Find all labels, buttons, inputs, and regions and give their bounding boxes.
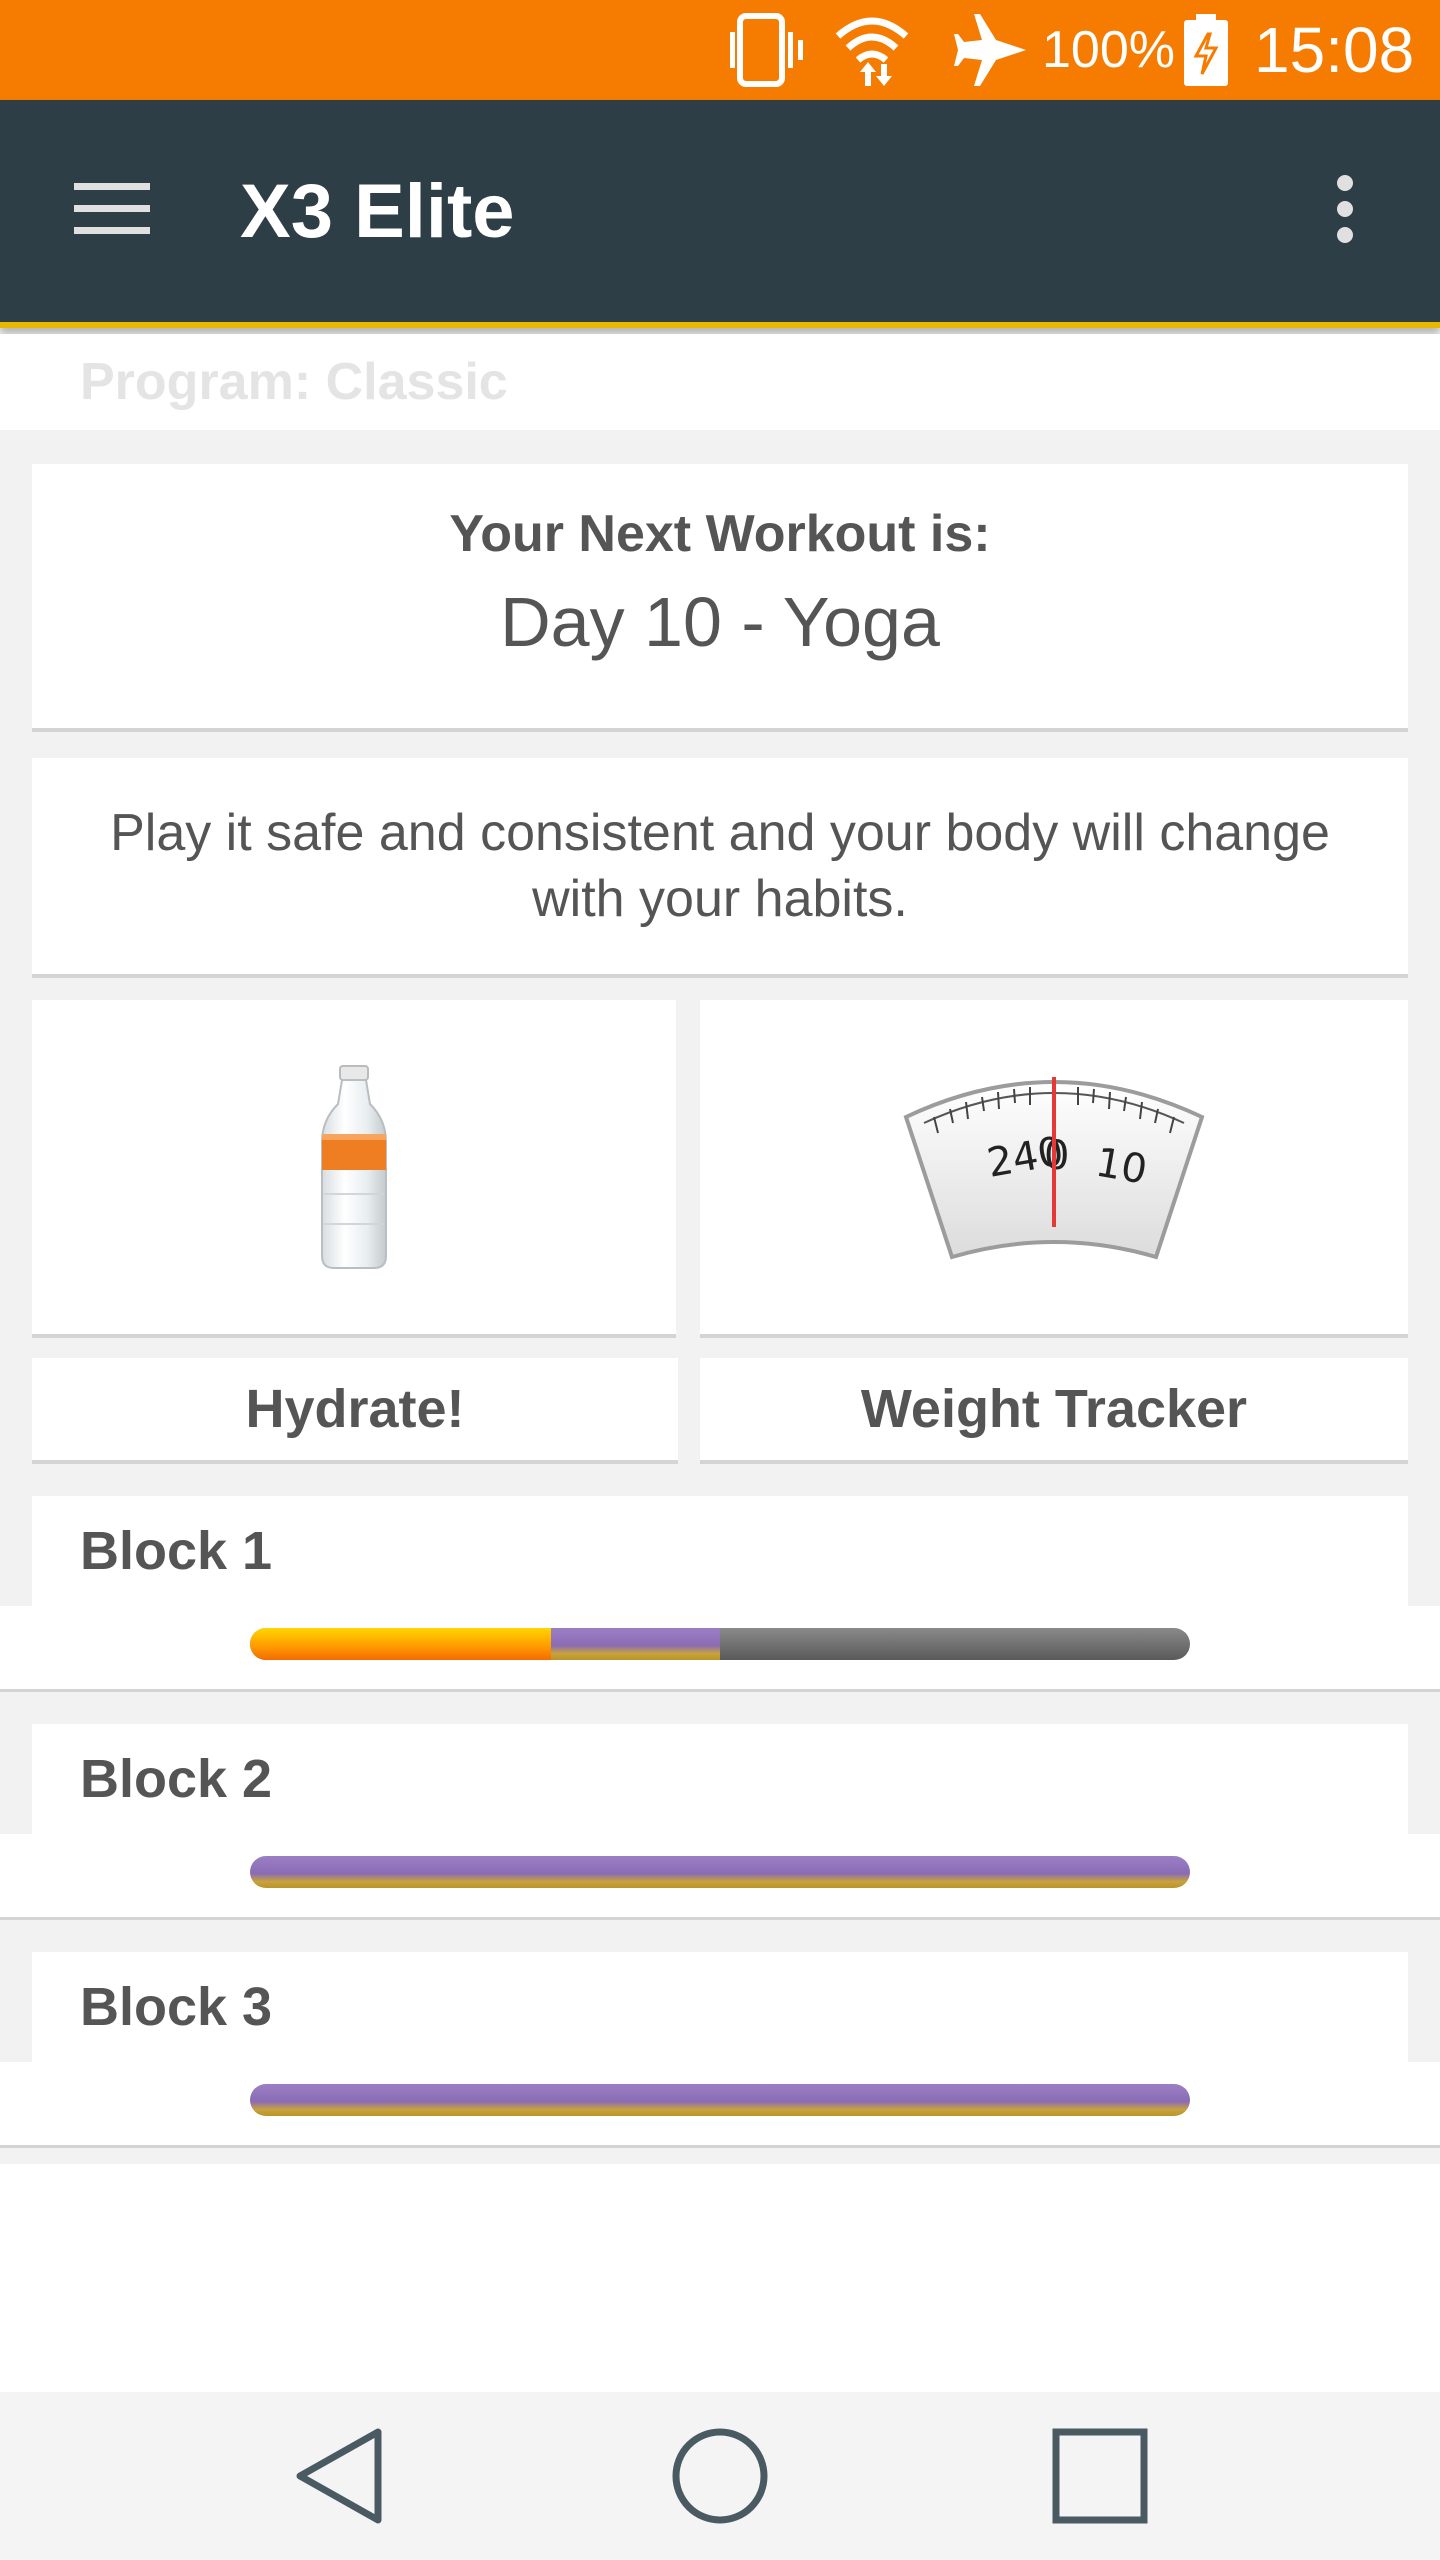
block-progress-row-1	[0, 1606, 1440, 1692]
progress-current-segment	[250, 2084, 1190, 2116]
weight-tracker-label[interactable]: Weight Tracker	[700, 1358, 1408, 1464]
battery-icon	[1180, 0, 1232, 100]
app-bar: X3 Elite	[0, 100, 1440, 328]
tip-card: Play it safe and consistent and your bod…	[32, 758, 1408, 978]
navigation-drawer-button[interactable]	[50, 154, 174, 264]
hydrate-tile[interactable]	[32, 1000, 676, 1338]
scale-number-10: 10	[1092, 1140, 1150, 1194]
scale-icon: 240 0 10	[903, 1077, 1205, 1260]
progress-done-segment	[250, 1628, 551, 1660]
block-progress-bar-1	[250, 1628, 1190, 1660]
block-title-1: Block 1	[80, 1521, 273, 1581]
recents-icon	[1052, 2428, 1148, 2524]
block-progress-row-2	[0, 1834, 1440, 1920]
wifi-icon	[832, 0, 912, 100]
vibrate-icon	[726, 0, 812, 100]
home-button[interactable]	[620, 2392, 820, 2560]
recents-button[interactable]	[1000, 2392, 1200, 2560]
hydrate-label[interactable]: Hydrate!	[32, 1358, 678, 1464]
next-workout-heading: Your Next Workout is:	[449, 505, 991, 563]
back-button[interactable]	[240, 2392, 440, 2560]
block-progress-bar-2	[250, 1856, 1190, 1888]
airplane-icon	[950, 0, 1030, 100]
water-bottle-icon	[321, 1065, 387, 1269]
program-label: Program: Classic	[80, 353, 508, 411]
progress-remaining-segment	[720, 1628, 1190, 1660]
next-workout-value: Day 10 - Yoga	[500, 583, 940, 661]
app-title: X3 Elite	[240, 168, 515, 254]
weight-tracker-tile[interactable]: 240 0 10	[700, 1000, 1408, 1338]
block-progress-bar-3	[250, 2084, 1190, 2116]
tip-text: Play it safe and consistent and your bod…	[110, 804, 1330, 928]
progress-current-segment	[550, 1628, 720, 1660]
system-navigation-bar	[0, 2392, 1440, 2560]
overflow-menu-button[interactable]	[1300, 154, 1390, 264]
clock: 15:08	[1254, 14, 1415, 86]
block-title-3: Block 3	[80, 1977, 273, 2037]
block-title-2: Block 2	[80, 1749, 273, 1809]
home-icon	[672, 2428, 768, 2524]
block-card-2[interactable]: Block 2	[32, 1724, 1408, 1834]
back-icon	[296, 2428, 382, 2524]
status-bar: 100% 15:08	[0, 0, 1440, 100]
hamburger-menu-icon	[74, 183, 150, 234]
progress-current-segment	[250, 1856, 1190, 1888]
content-bottom-area	[0, 2164, 1440, 2392]
block-card-1[interactable]: Block 1	[32, 1496, 1408, 1606]
battery-percentage: 100%	[1042, 21, 1175, 79]
more-vert-icon	[1337, 175, 1353, 243]
block-progress-row-3	[0, 2062, 1440, 2148]
scale-number-0: 0	[1044, 1133, 1069, 1179]
program-strip: Program: Classic	[0, 334, 1440, 430]
next-workout-card[interactable]: Your Next Workout is: Day 10 - Yoga	[32, 464, 1408, 732]
block-card-3[interactable]: Block 3	[32, 1952, 1408, 2062]
